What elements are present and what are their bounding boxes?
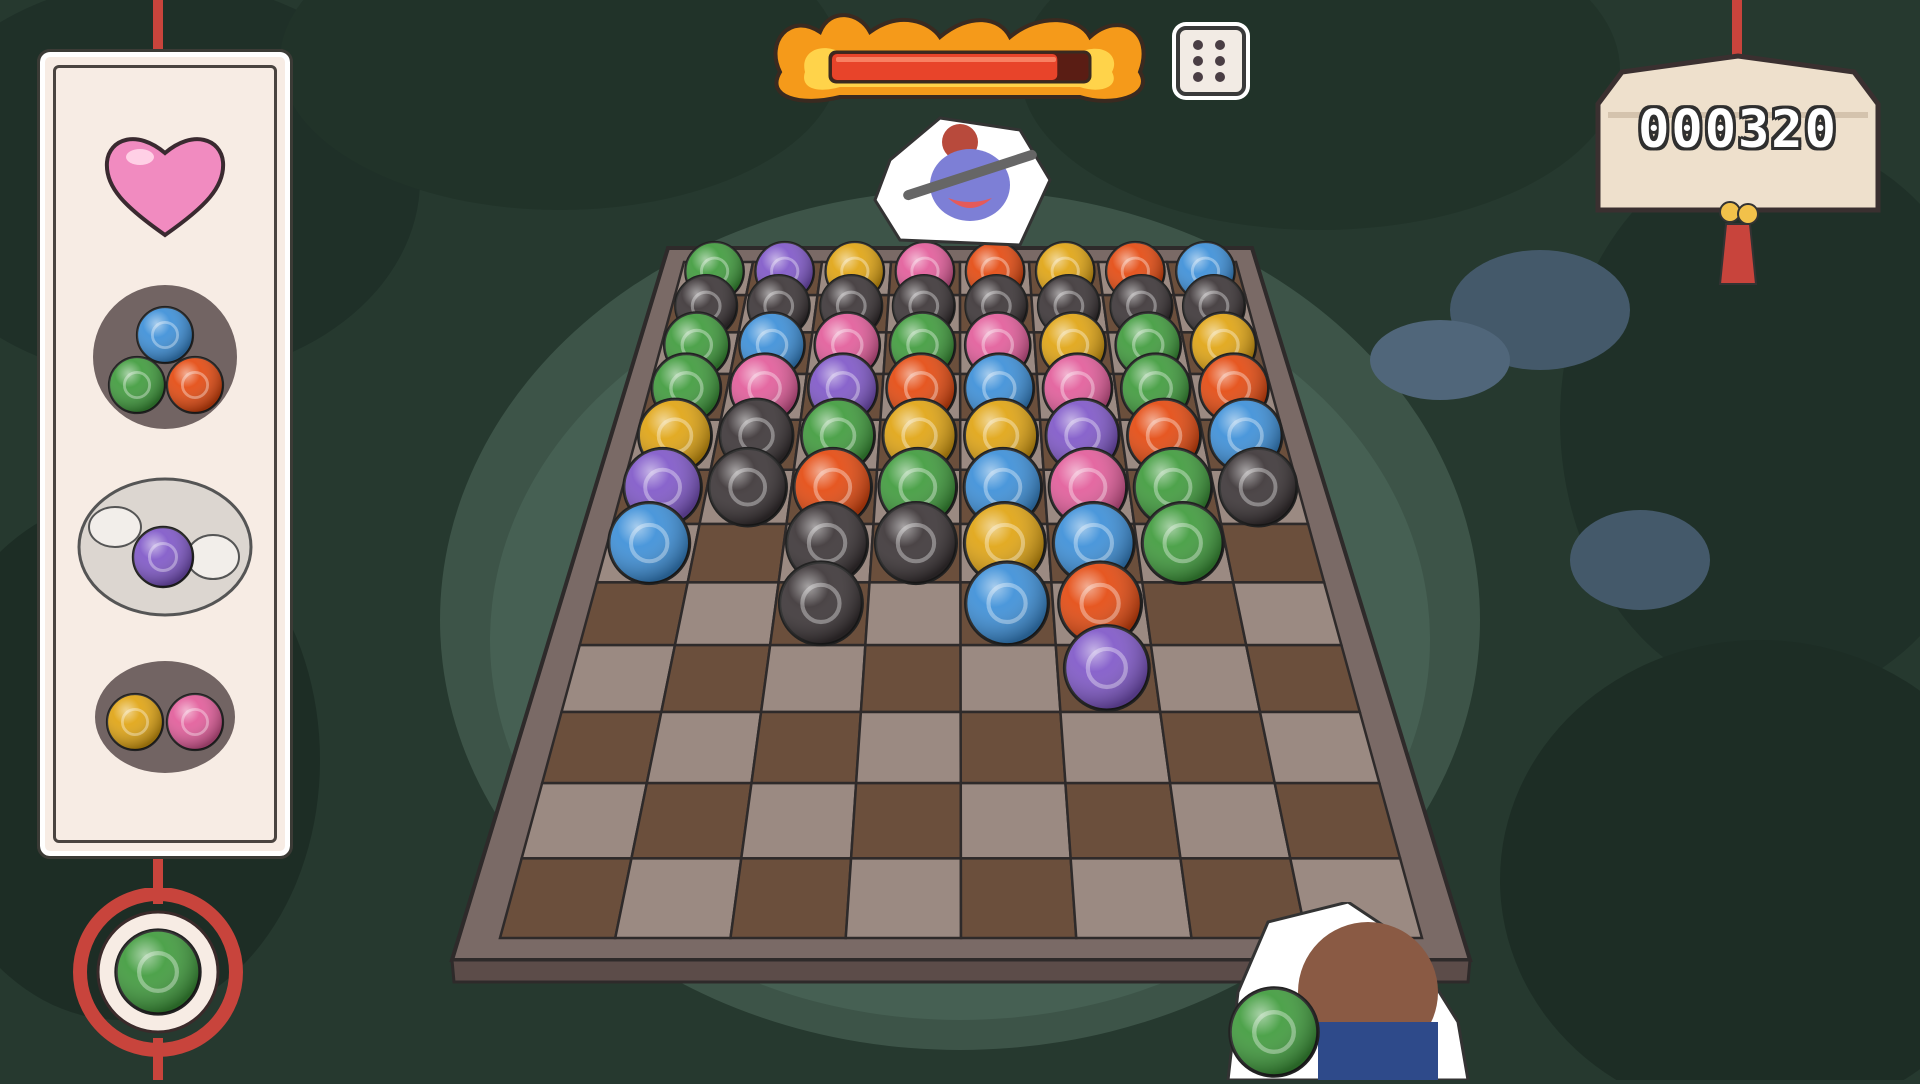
board-cell[interactable]	[1158, 710, 1277, 785]
enemy-health-bar	[760, 2, 1160, 110]
board-cell[interactable]	[613, 857, 743, 940]
board-cell[interactable]	[1069, 857, 1193, 940]
purple-orb-icon[interactable]	[131, 525, 195, 589]
black-orb[interactable]	[707, 446, 788, 528]
board-cell[interactable]	[959, 781, 1073, 860]
blue-orb[interactable]	[964, 560, 1051, 647]
scroll-contents	[77, 137, 253, 773]
board-cell[interactable]	[959, 857, 1078, 940]
orange-orb-icon[interactable]	[165, 355, 225, 415]
black-orb[interactable]	[873, 501, 958, 586]
dice-button[interactable]	[1176, 26, 1246, 96]
pink-heart-icon[interactable]	[104, 137, 226, 238]
score-value: 000320	[1638, 100, 1838, 160]
pink-orb-icon[interactable]	[165, 692, 225, 752]
board-cell[interactable]	[498, 857, 633, 940]
spirit-beasts-purple-orb-icon[interactable]	[77, 477, 253, 617]
green-orb-icon[interactable]	[107, 355, 167, 415]
board-cell[interactable]	[959, 710, 1067, 785]
black-orb[interactable]	[777, 560, 864, 647]
board-cell[interactable]	[1064, 781, 1182, 860]
next-orb-green-icon[interactable]	[114, 928, 202, 1016]
board-cell[interactable]	[750, 710, 863, 785]
board-cell[interactable]	[578, 581, 690, 647]
board-cell[interactable]	[1273, 781, 1402, 860]
board-cell[interactable]	[849, 781, 963, 860]
board-cell[interactable]	[520, 781, 649, 860]
board-cell[interactable]	[645, 710, 763, 785]
board-cell[interactable]	[559, 643, 677, 714]
double-orb-combo-icon[interactable]	[95, 661, 235, 773]
board-cell[interactable]	[1168, 781, 1292, 860]
black-orb[interactable]	[1217, 446, 1299, 528]
board-cell[interactable]	[859, 643, 962, 714]
plaque-tassel	[1712, 200, 1764, 286]
green-orb[interactable]	[1140, 501, 1225, 586]
purple-orb[interactable]	[1062, 623, 1151, 712]
oni-demon-with-club-icon	[873, 116, 1052, 247]
player-portrait	[1208, 900, 1478, 1082]
board-cell[interactable]	[1244, 643, 1362, 714]
player-green-orb-icon[interactable]	[1228, 986, 1320, 1078]
scroll-top-cord	[153, 0, 163, 58]
plaque-cord	[1732, 0, 1742, 56]
board-cell[interactable]	[844, 857, 963, 940]
board-cell[interactable]	[1140, 581, 1248, 647]
board-cell[interactable]	[759, 643, 867, 714]
board-cell[interactable]	[1219, 522, 1326, 584]
board-cell[interactable]	[659, 643, 772, 714]
board-cell[interactable]	[729, 857, 853, 940]
item-scroll-panel	[37, 49, 293, 859]
next-orb-knot	[38, 887, 278, 1080]
board-cell[interactable]	[1149, 643, 1262, 714]
blue-orb[interactable]	[607, 501, 692, 586]
board-cell[interactable]	[739, 781, 858, 860]
board-cell[interactable]	[540, 710, 663, 785]
gold-orb-icon[interactable]	[105, 692, 165, 752]
board-cell[interactable]	[959, 643, 1062, 714]
board-cell[interactable]	[629, 781, 753, 860]
triple-orb-combo-icon[interactable]	[93, 285, 237, 429]
next-orb-green-icon	[114, 928, 202, 1016]
blue-orb-icon[interactable]	[135, 305, 195, 365]
board-cell[interactable]	[1059, 710, 1172, 785]
board-cell[interactable]	[686, 522, 788, 584]
board-cell[interactable]	[1258, 710, 1382, 785]
board-cell[interactable]	[864, 581, 962, 647]
board-cell[interactable]	[854, 710, 963, 785]
board-cell[interactable]	[673, 581, 781, 647]
enemy-portrait	[870, 110, 1054, 250]
board-cell[interactable]	[1231, 581, 1344, 647]
girl-holding-orb-icon	[1226, 900, 1470, 1082]
score-plaque: 000320	[1592, 52, 1884, 218]
